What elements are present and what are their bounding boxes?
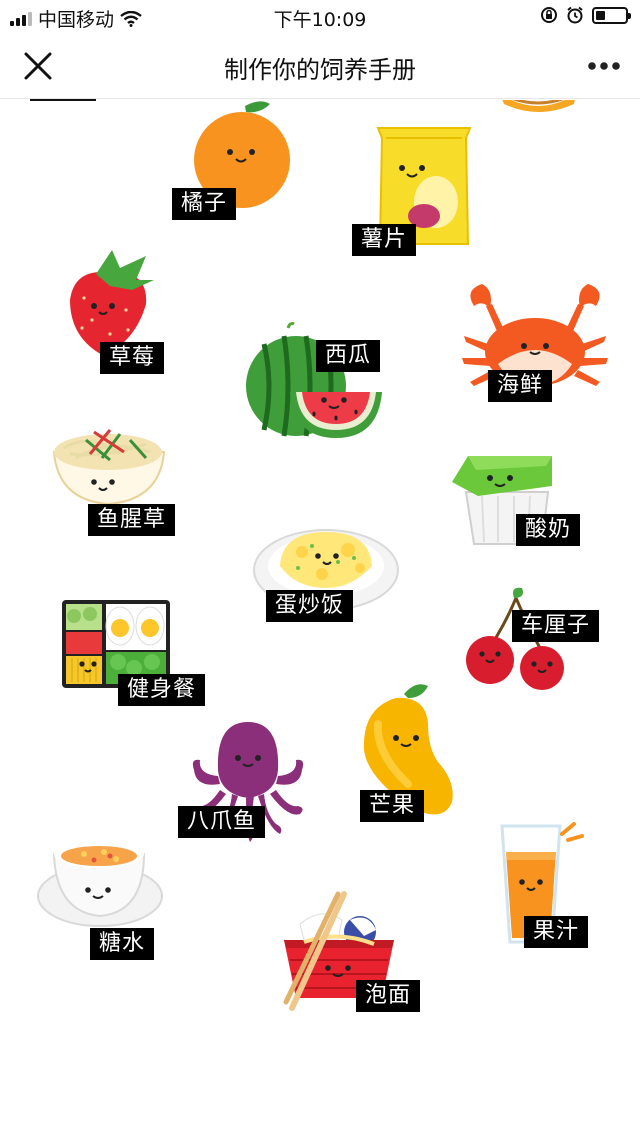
food-label: 芒果 bbox=[360, 790, 425, 822]
page-title: 制作你的饲养手册 bbox=[224, 56, 416, 84]
salad-bowl-icon bbox=[52, 429, 166, 506]
more-button[interactable] bbox=[584, 54, 624, 78]
food-item-chips[interactable]: 薯片 bbox=[350, 124, 480, 259]
food-item-strawberry[interactable]: 草莓 bbox=[66, 250, 176, 375]
status-right bbox=[540, 6, 631, 24]
food-label: 薯片 bbox=[352, 224, 417, 256]
food-item-salad[interactable]: 鱼腥草 bbox=[50, 418, 180, 538]
food-item-seafood[interactable]: 海鲜 bbox=[460, 276, 610, 406]
food-item-fitness-meal[interactable]: 健身餐 bbox=[60, 598, 210, 708]
food-label: 车厘子 bbox=[512, 610, 600, 642]
food-item-mango[interactable]: 芒果 bbox=[356, 684, 466, 824]
food-label: 草莓 bbox=[100, 342, 165, 374]
food-item-watermelon[interactable]: 西瓜 bbox=[244, 322, 394, 442]
food-label: 海鲜 bbox=[488, 370, 553, 402]
food-label: 八爪鱼 bbox=[178, 806, 266, 838]
nav-bar: 制作你的饲养手册 bbox=[0, 34, 640, 99]
soup-bowl-icon bbox=[37, 840, 163, 927]
food-item-dessert-soup[interactable]: 糖水 bbox=[36, 832, 166, 962]
food-label: 蛋炒饭 bbox=[266, 590, 354, 622]
alarm-icon bbox=[567, 6, 583, 24]
rotation-lock-icon bbox=[541, 7, 557, 23]
food-item-fried-rice[interactable]: 蛋炒饭 bbox=[252, 522, 402, 632]
food-label: 糖水 bbox=[90, 928, 155, 960]
more-icon bbox=[588, 62, 620, 70]
food-item-octopus[interactable]: 八爪鱼 bbox=[178, 718, 318, 848]
food-label: 果汁 bbox=[524, 916, 589, 948]
food-label: 西瓜 bbox=[316, 340, 381, 372]
battery-icon bbox=[592, 6, 631, 24]
food-label: 泡面 bbox=[356, 980, 421, 1012]
food-item-juice[interactable]: 果汁 bbox=[488, 822, 598, 952]
food-label: 酸奶 bbox=[516, 514, 581, 546]
food-label: 健身餐 bbox=[118, 674, 206, 706]
food-item-instant-noodles[interactable]: 泡面 bbox=[278, 890, 428, 1020]
partial-food-icon bbox=[502, 100, 575, 112]
food-label: 橘子 bbox=[172, 188, 237, 220]
food-label: 鱼腥草 bbox=[88, 504, 176, 536]
food-stage: 橘子 薯片 草莓 西瓜 海鲜 鱼腥草 酸奶 蛋炒饭 车厘子 健身餐 八爪鱼 芒果… bbox=[0, 100, 640, 1138]
food-item-cherry[interactable]: 车厘子 bbox=[462, 586, 602, 696]
food-item-yogurt[interactable]: 酸奶 bbox=[448, 452, 588, 564]
status-bar: 中国移动 下午10:09 bbox=[0, 0, 640, 34]
food-item-orange[interactable]: 橘子 bbox=[170, 100, 300, 220]
